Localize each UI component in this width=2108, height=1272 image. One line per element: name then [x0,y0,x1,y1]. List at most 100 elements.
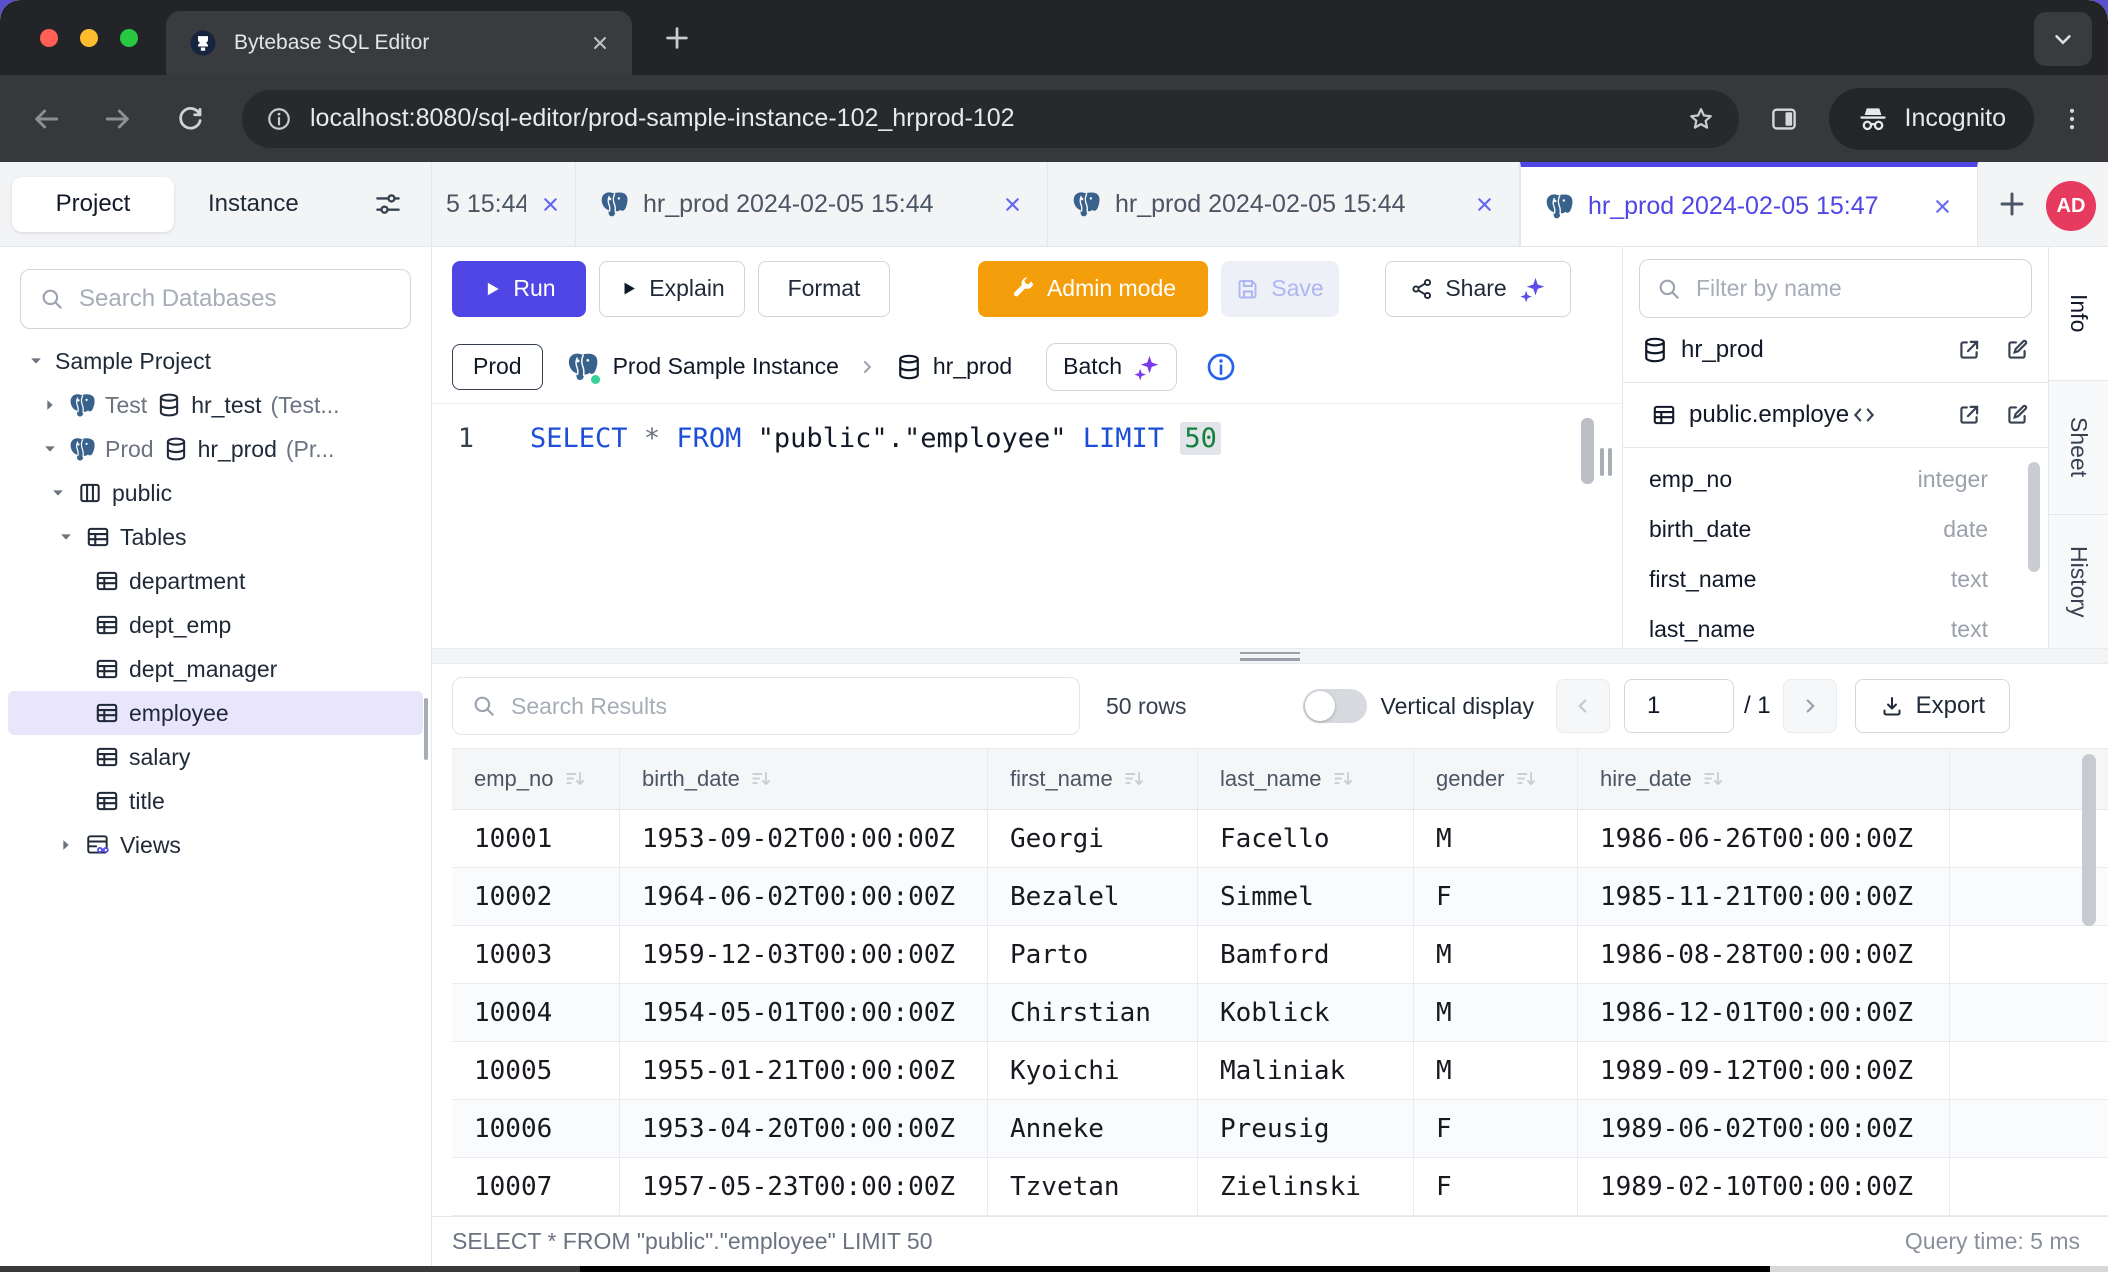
horizontal-splitter[interactable] [432,648,2108,664]
close-icon[interactable] [1474,194,1495,215]
database-name[interactable]: hr_prod [933,353,1012,380]
caret-right-icon[interactable] [56,835,76,855]
bookmark-star-icon[interactable] [1687,105,1715,133]
result-cell: M [1414,984,1578,1041]
result-row[interactable]: 100071957-05-23T00:00:00ZTzvetanZielinsk… [452,1158,2108,1216]
tree-item[interactable]: salary [8,735,423,779]
side-tab-info[interactable]: Info [2049,247,2108,381]
schema-column-row[interactable]: last_nametext [1623,604,2048,654]
tab-search-button[interactable] [2034,12,2092,66]
worksheet-tab[interactable]: hr_prod 2024-02-05 15:44 [576,162,1048,246]
tree-item[interactable]: department [8,559,423,603]
admin-mode-button[interactable]: Admin mode [978,261,1208,317]
caret-down-icon[interactable] [26,351,46,371]
batch-mode-button[interactable]: Batch [1046,343,1177,391]
tree-item[interactable]: public [8,471,423,515]
close-icon[interactable] [540,194,561,215]
external-link-icon[interactable] [1956,402,1982,428]
caret-down-icon[interactable] [48,483,68,503]
tree-item[interactable]: title [8,779,423,823]
editor-scrollbar[interactable] [1581,418,1594,484]
explain-button[interactable]: Explain [599,261,745,317]
info-icon[interactable] [1205,351,1237,383]
export-button[interactable]: Export [1855,679,2010,733]
column-header-first_name[interactable]: first_name [988,749,1198,809]
vertical-display-toggle[interactable] [1303,689,1367,723]
run-button[interactable]: Run [452,261,586,317]
worksheet-tab[interactable]: hr_prod 2024-02-05 15:47 [1520,162,1978,246]
tree-item[interactable]: employee [8,691,423,735]
tree-label: hr_prod [198,436,277,463]
tree-item[interactable]: Sample Project [8,339,423,383]
column-header-last_name[interactable]: last_name [1198,749,1414,809]
side-tab-sheet[interactable]: Sheet [2049,381,2108,515]
close-window-button[interactable] [40,29,58,47]
result-cell: 1986-08-28T00:00:00Z [1578,926,1950,983]
caret-down-icon[interactable] [56,527,76,547]
side-tab-history[interactable]: History [2049,515,2108,649]
result-row[interactable]: 100011953-09-02T00:00:00ZGeorgiFacelloM1… [452,810,2108,868]
result-row[interactable]: 100051955-01-21T00:00:00ZKyoichiMaliniak… [452,1042,2108,1100]
column-header-birth_date[interactable]: birth_date [620,749,988,809]
next-page-button[interactable] [1783,679,1837,733]
sql-code-editor[interactable]: 1 SELECT * FROM "public"."employee" LIMI… [432,404,1622,648]
back-icon[interactable] [30,103,62,135]
tree-item[interactable]: Tables [8,515,423,559]
search-databases-input[interactable]: Search Databases [20,269,411,329]
schema-scrollbar[interactable] [2028,462,2040,572]
close-tab-icon[interactable] [590,33,610,53]
filter-by-name-input[interactable]: Filter by name [1639,259,2032,318]
save-button[interactable]: Save [1221,261,1339,317]
address-bar[interactable]: localhost:8080/sql-editor/prod-sample-in… [242,90,1739,148]
new-worksheet-icon[interactable] [1996,188,2028,220]
column-header-emp_no[interactable]: emp_no [452,749,620,809]
column-header-hire_date[interactable]: hire_date [1578,749,1950,809]
column-header-gender[interactable]: gender [1414,749,1578,809]
panel-resize-handle[interactable] [1600,448,1612,476]
edit-icon[interactable] [2004,337,2030,363]
tree-item[interactable]: Testhr_test(Test... [8,383,423,427]
share-button[interactable]: Share [1385,261,1571,317]
caret-down-icon[interactable] [40,439,60,459]
worksheet-tab-label: hr_prod 2024-02-05 15:44 [643,190,988,219]
result-row[interactable]: 100021964-06-02T00:00:00ZBezalelSimmelF1… [452,868,2108,926]
tree-item[interactable]: Views [8,823,423,867]
code-icon[interactable] [1851,402,1877,428]
result-row[interactable]: 100031959-12-03T00:00:00ZPartoBamfordM19… [452,926,2108,984]
search-results-input[interactable]: Search Results [452,677,1080,735]
browser-menu-icon[interactable] [2058,105,2086,133]
instance-name[interactable]: Prod Sample Instance [613,353,839,380]
new-tab-icon[interactable] [662,23,692,53]
worksheet-tab[interactable]: hr_prod 2024-02-05 15:44 [1048,162,1520,246]
grid-scrollbar[interactable] [2082,754,2096,926]
external-link-icon[interactable] [1956,337,1982,363]
filter-sliders-icon[interactable] [373,189,403,219]
side-panel-icon[interactable] [1769,104,1799,134]
avatar[interactable]: AD [2046,181,2096,231]
page-number-input[interactable]: 1 [1624,679,1734,733]
tree-item[interactable]: dept_emp [8,603,423,647]
worksheet-tab[interactable]: 5 15:44 [432,162,576,246]
tree-item[interactable]: dept_manager [8,647,423,691]
schema-column-row[interactable]: birth_datedate [1623,504,2048,554]
maximize-window-button[interactable] [120,29,138,47]
minimize-window-button[interactable] [80,29,98,47]
close-icon[interactable] [1002,194,1023,215]
tab-project[interactable]: Project [12,177,174,232]
schema-column-row[interactable]: emp_nointeger [1623,454,2048,504]
tab-instance[interactable]: Instance [208,190,299,218]
browser-tab[interactable]: Bytebase SQL Editor [166,11,632,75]
tree-item[interactable]: Prodhr_prod(Pr... [8,427,423,471]
result-row[interactable]: 100041954-05-01T00:00:00ZChirstianKoblic… [452,984,2108,1042]
format-button[interactable]: Format [758,261,890,317]
previous-page-button[interactable] [1556,679,1610,733]
result-row[interactable]: 100061953-04-20T00:00:00ZAnnekePreusigF1… [452,1100,2108,1158]
edit-icon[interactable] [2004,402,2030,428]
reload-icon[interactable] [174,103,206,135]
close-icon[interactable] [1932,196,1953,217]
schema-column-row[interactable]: first_nametext [1623,554,2048,604]
forward-icon[interactable] [102,103,134,135]
result-cell: Georgi [988,810,1198,867]
caret-right-icon[interactable] [40,395,60,415]
site-info-icon[interactable] [266,106,292,132]
